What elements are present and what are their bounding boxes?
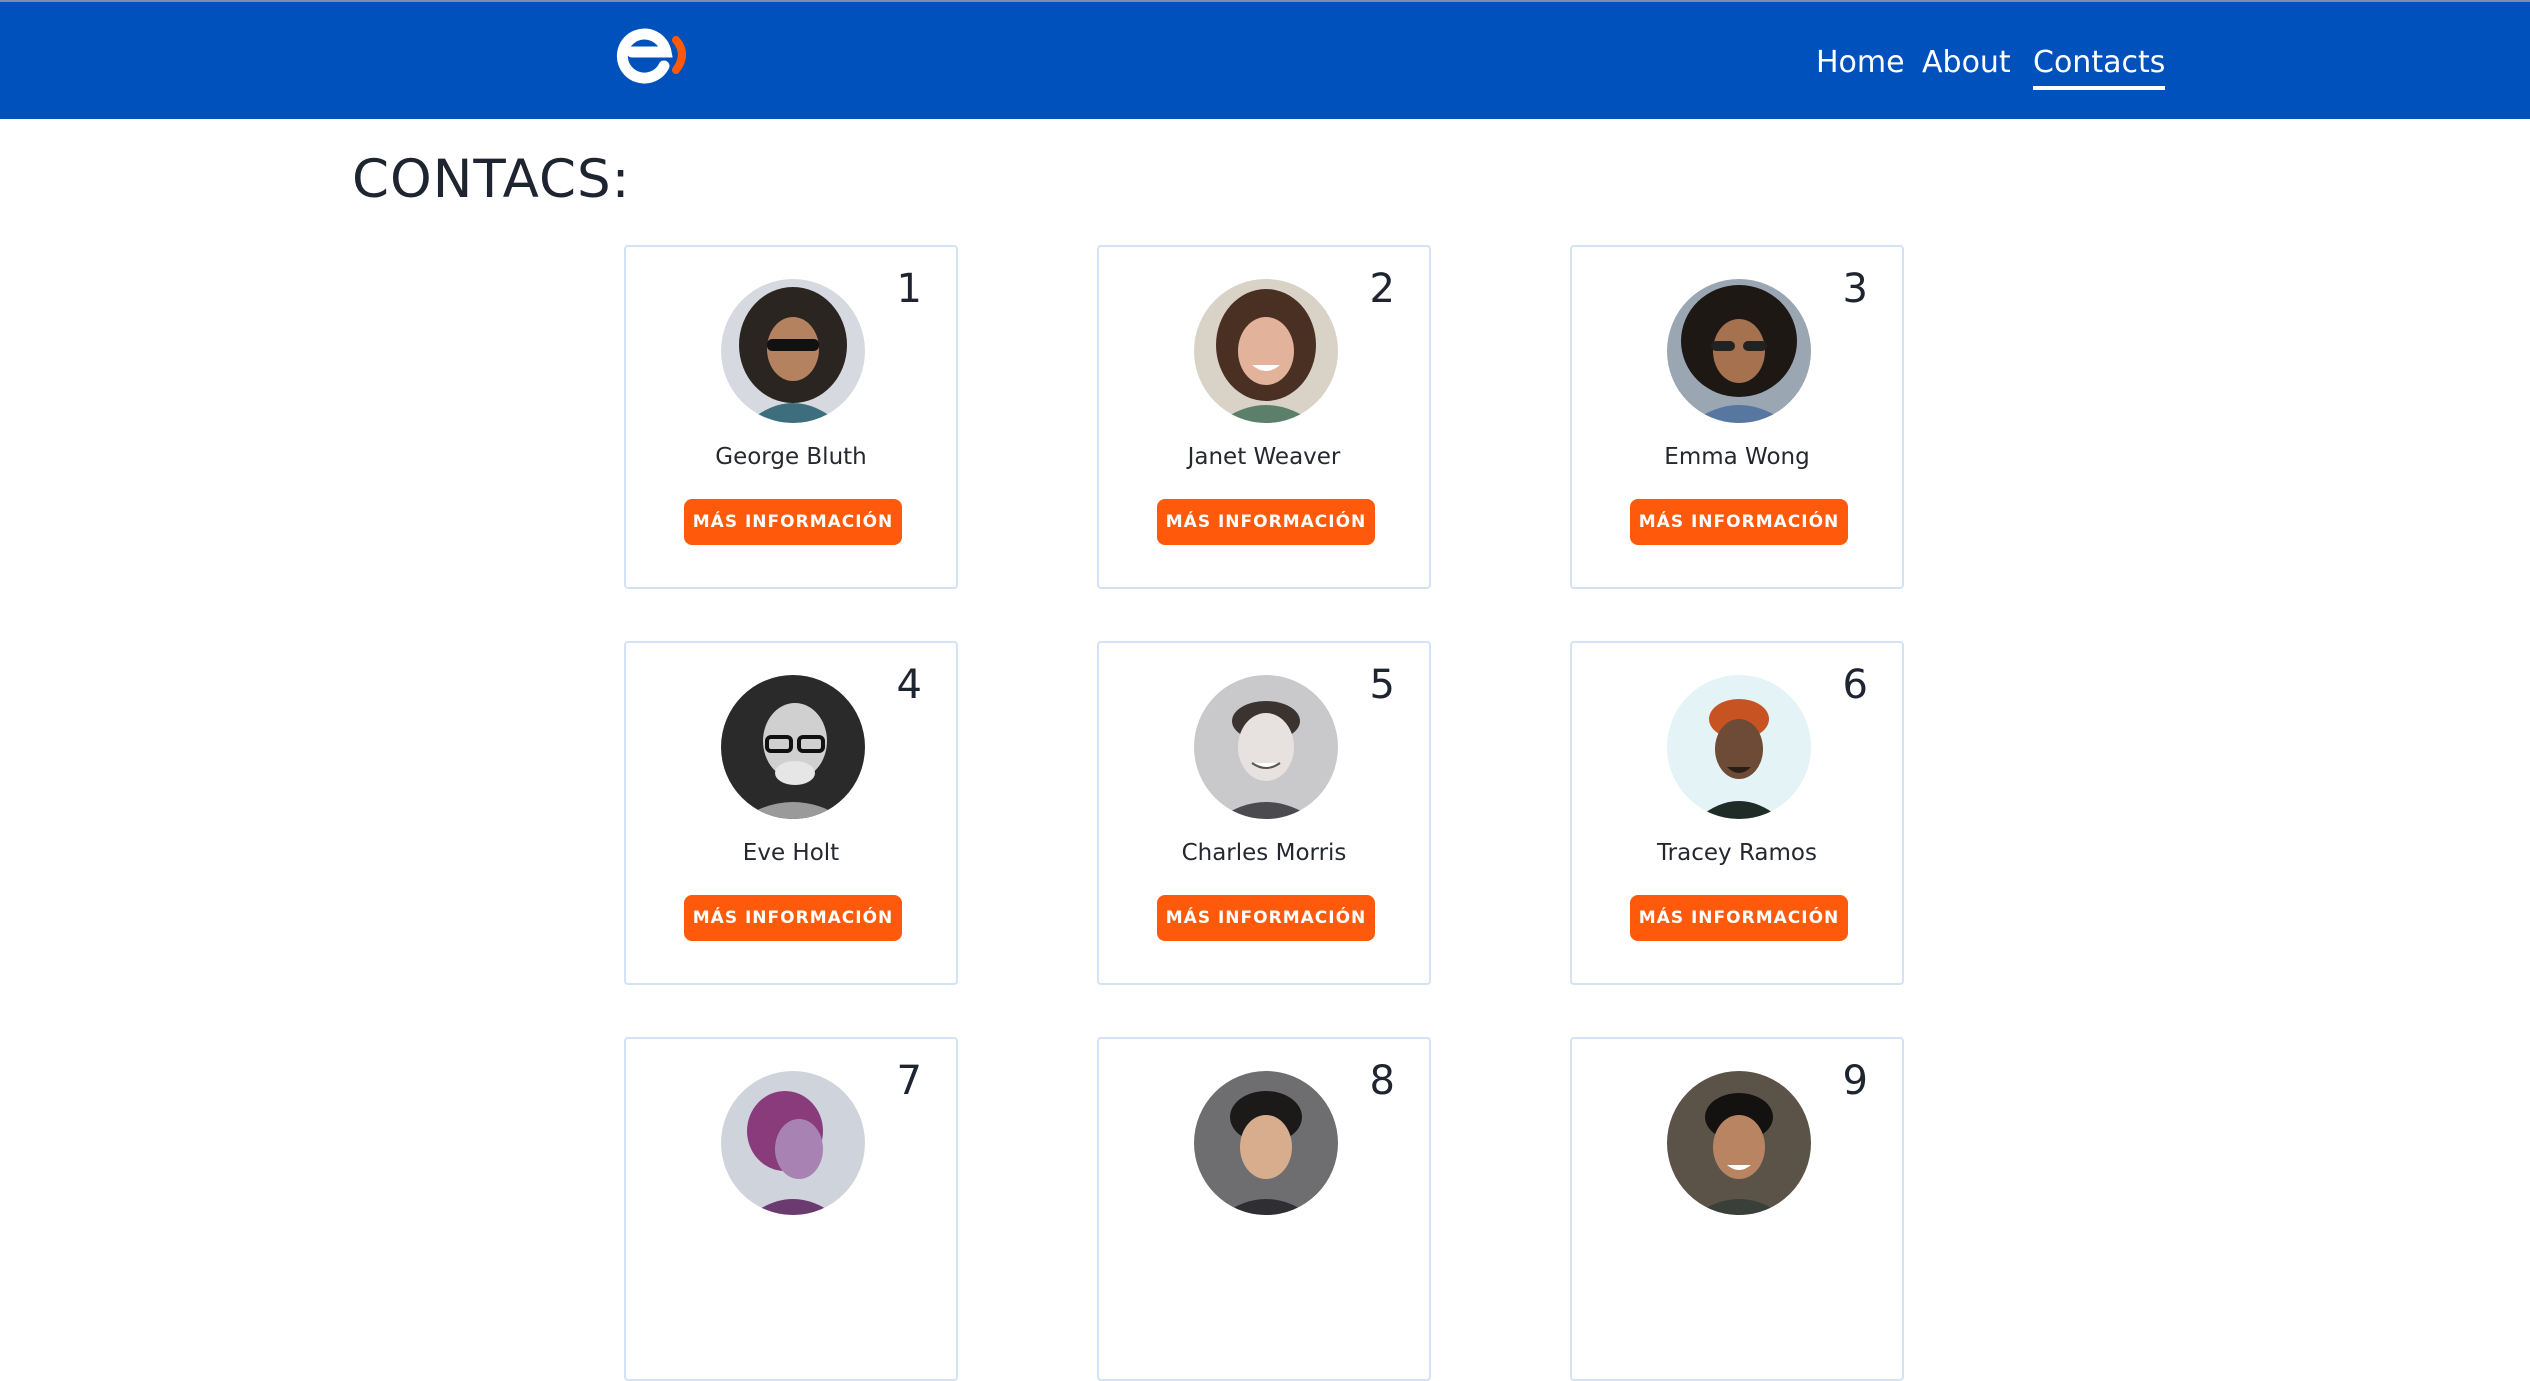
contact-card: 6 Tracey Ramos MÁS INFORMACIÓN <box>1570 641 1904 985</box>
contact-card: 2 Janet Weaver MÁS INFORMACIÓN <box>1097 245 1431 589</box>
contact-name: Tracey Ramos <box>1657 840 1817 866</box>
card-index: 7 <box>896 1058 922 1104</box>
avatar <box>1667 1071 1811 1215</box>
nav-home-link[interactable]: Home <box>1816 40 1905 86</box>
contact-card: 1 George Bluth MÁS INFORMACIÓN <box>624 245 958 589</box>
more-info-button[interactable]: MÁS INFORMACIÓN <box>1630 499 1848 545</box>
navbar: Home About Contacts <box>0 2 2530 119</box>
card-index: 3 <box>1842 266 1868 312</box>
avatar <box>1194 1071 1338 1215</box>
contact-name: Emma Wong <box>1664 444 1810 470</box>
card-index: 9 <box>1842 1058 1868 1104</box>
contact-name: Janet Weaver <box>1187 444 1341 470</box>
card-index: 2 <box>1369 266 1395 312</box>
contact-card: 4 Eve Holt MÁS INFORMACIÓN <box>624 641 958 985</box>
contact-name: George Bluth <box>715 444 867 470</box>
avatar <box>721 675 865 819</box>
more-info-button[interactable]: MÁS INFORMACIÓN <box>684 499 902 545</box>
avatar <box>1667 279 1811 423</box>
main-nav: Home About Contacts <box>1800 40 2166 90</box>
nav-contacts-link[interactable]: Contacts <box>2033 40 2166 90</box>
contact-card: 7 <box>624 1037 958 1381</box>
avatar <box>1194 675 1338 819</box>
contact-card: 9 <box>1570 1037 1904 1381</box>
more-info-button[interactable]: MÁS INFORMACIÓN <box>684 895 902 941</box>
avatar <box>721 1071 865 1215</box>
more-info-button[interactable]: MÁS INFORMACIÓN <box>1157 499 1375 545</box>
page-title: CONTACS: <box>352 149 631 210</box>
card-index: 8 <box>1369 1058 1395 1104</box>
more-info-button[interactable]: MÁS INFORMACIÓN <box>1157 895 1375 941</box>
avatar <box>1667 675 1811 819</box>
contact-card: 8 <box>1097 1037 1431 1381</box>
contact-name: Charles Morris <box>1181 840 1347 866</box>
card-index: 6 <box>1842 662 1868 708</box>
more-info-button[interactable]: MÁS INFORMACIÓN <box>1630 895 1848 941</box>
contact-card: 3 Emma Wong MÁS INFORMACIÓN <box>1570 245 1904 589</box>
card-index: 4 <box>896 662 922 708</box>
nav-about-link[interactable]: About <box>1922 40 2011 86</box>
avatar <box>1194 279 1338 423</box>
contact-name: Eve Holt <box>742 840 840 866</box>
contact-card: 5 Charles Morris MÁS INFORMACIÓN <box>1097 641 1431 985</box>
avatar <box>721 279 865 423</box>
card-index: 5 <box>1369 662 1395 708</box>
card-index: 1 <box>896 266 922 312</box>
entel-logo-icon[interactable] <box>610 22 690 92</box>
